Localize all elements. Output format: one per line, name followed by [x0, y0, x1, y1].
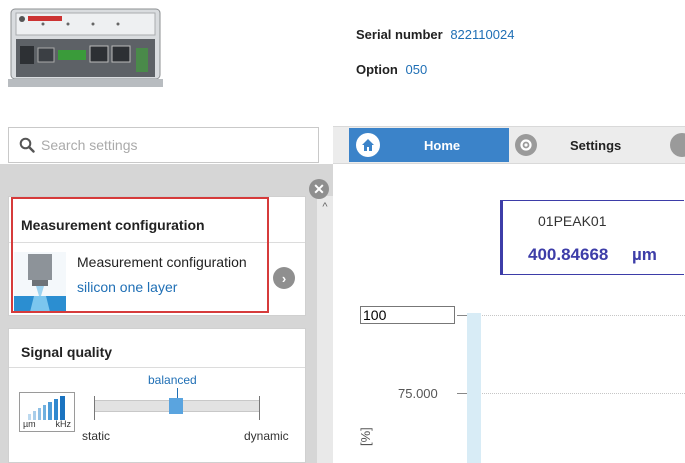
sidebar-scrollbar[interactable] — [317, 196, 333, 463]
tab-home[interactable]: Home — [349, 128, 509, 162]
highlight-box — [11, 197, 269, 313]
measurement-value: 400.84668 — [528, 245, 609, 264]
measurement-name: 01PEAK01 — [538, 213, 607, 229]
close-sidebar-button[interactable]: ✕ — [309, 179, 329, 199]
option-value: 050 — [405, 62, 428, 77]
tab-settings-label: Settings — [570, 137, 622, 153]
home-icon — [356, 133, 380, 157]
y-tick-75 — [457, 393, 467, 394]
search-icon — [19, 137, 35, 153]
gridline-75 — [482, 393, 685, 394]
measurement-unit: µm — [632, 245, 657, 264]
gear-icon — [515, 134, 537, 156]
slider-max-label: dynamic — [244, 429, 289, 443]
signal-bars-icon: µm kHz — [19, 392, 75, 432]
slider-end-right — [259, 396, 260, 420]
serial-label: Serial number — [356, 27, 443, 42]
y-tick-100 — [457, 315, 467, 316]
signal-quality-title: Signal quality — [9, 329, 305, 368]
signal-unit-um: µm — [23, 419, 36, 429]
y-tick-label-75: 75.000 — [398, 386, 438, 401]
signal-quality-selected: balanced — [148, 373, 197, 387]
serial-value: 822110024 — [450, 27, 515, 42]
chevron-right-icon[interactable]: › — [273, 267, 295, 289]
scroll-up-icon[interactable]: ^ — [318, 200, 332, 214]
slider-end-left — [94, 396, 95, 420]
signal-unit-khz: kHz — [55, 419, 72, 429]
gridline-100 — [482, 315, 685, 316]
serial-number: Serial number 822110024 — [356, 27, 514, 42]
chart-signal-bar — [467, 313, 481, 463]
search-box[interactable] — [8, 127, 319, 163]
y-max-input[interactable]: 100 — [360, 306, 455, 324]
tab-settings[interactable]: Settings — [512, 128, 652, 162]
tab-home-label: Home — [424, 137, 461, 153]
slider-thumb[interactable] — [169, 398, 183, 414]
slider-min-label: static — [82, 429, 111, 443]
y-axis-unit: [%] — [358, 427, 373, 446]
option-info: Option 050 — [356, 62, 427, 77]
device-image — [8, 6, 163, 89]
search-input[interactable] — [41, 137, 301, 153]
option-label: Option — [356, 62, 398, 77]
